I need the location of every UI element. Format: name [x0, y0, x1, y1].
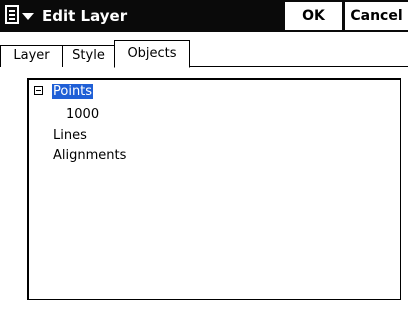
tree-node-alignments[interactable]: Alignments [53, 147, 126, 165]
start-menu-button[interactable] [4, 4, 38, 28]
tree-node-1000[interactable]: 1000 [66, 106, 99, 124]
document-icon [5, 5, 19, 24]
tree-node-points[interactable]: Points [52, 83, 94, 101]
ok-button[interactable]: OK [285, 2, 342, 30]
tab-style[interactable]: Style [62, 45, 115, 67]
tab-objects[interactable]: Objects [114, 40, 190, 68]
window-title: Edit Layer [42, 7, 128, 25]
title-bar: Edit Layer OK Cancel [0, 0, 408, 32]
triangle-down-icon [22, 13, 34, 20]
tree-node-label: Points [52, 84, 94, 99]
objects-tree-view[interactable]: Points 1000 Lines Alignments [27, 78, 401, 300]
cancel-button[interactable]: Cancel [345, 2, 408, 30]
tab-layer[interactable]: Layer [0, 45, 63, 67]
tree-node-lines[interactable]: Lines [53, 127, 87, 145]
minus-box-icon[interactable] [34, 86, 43, 95]
edit-layer-window: Edit Layer OK Cancel Layer Style Objects… [0, 0, 408, 309]
